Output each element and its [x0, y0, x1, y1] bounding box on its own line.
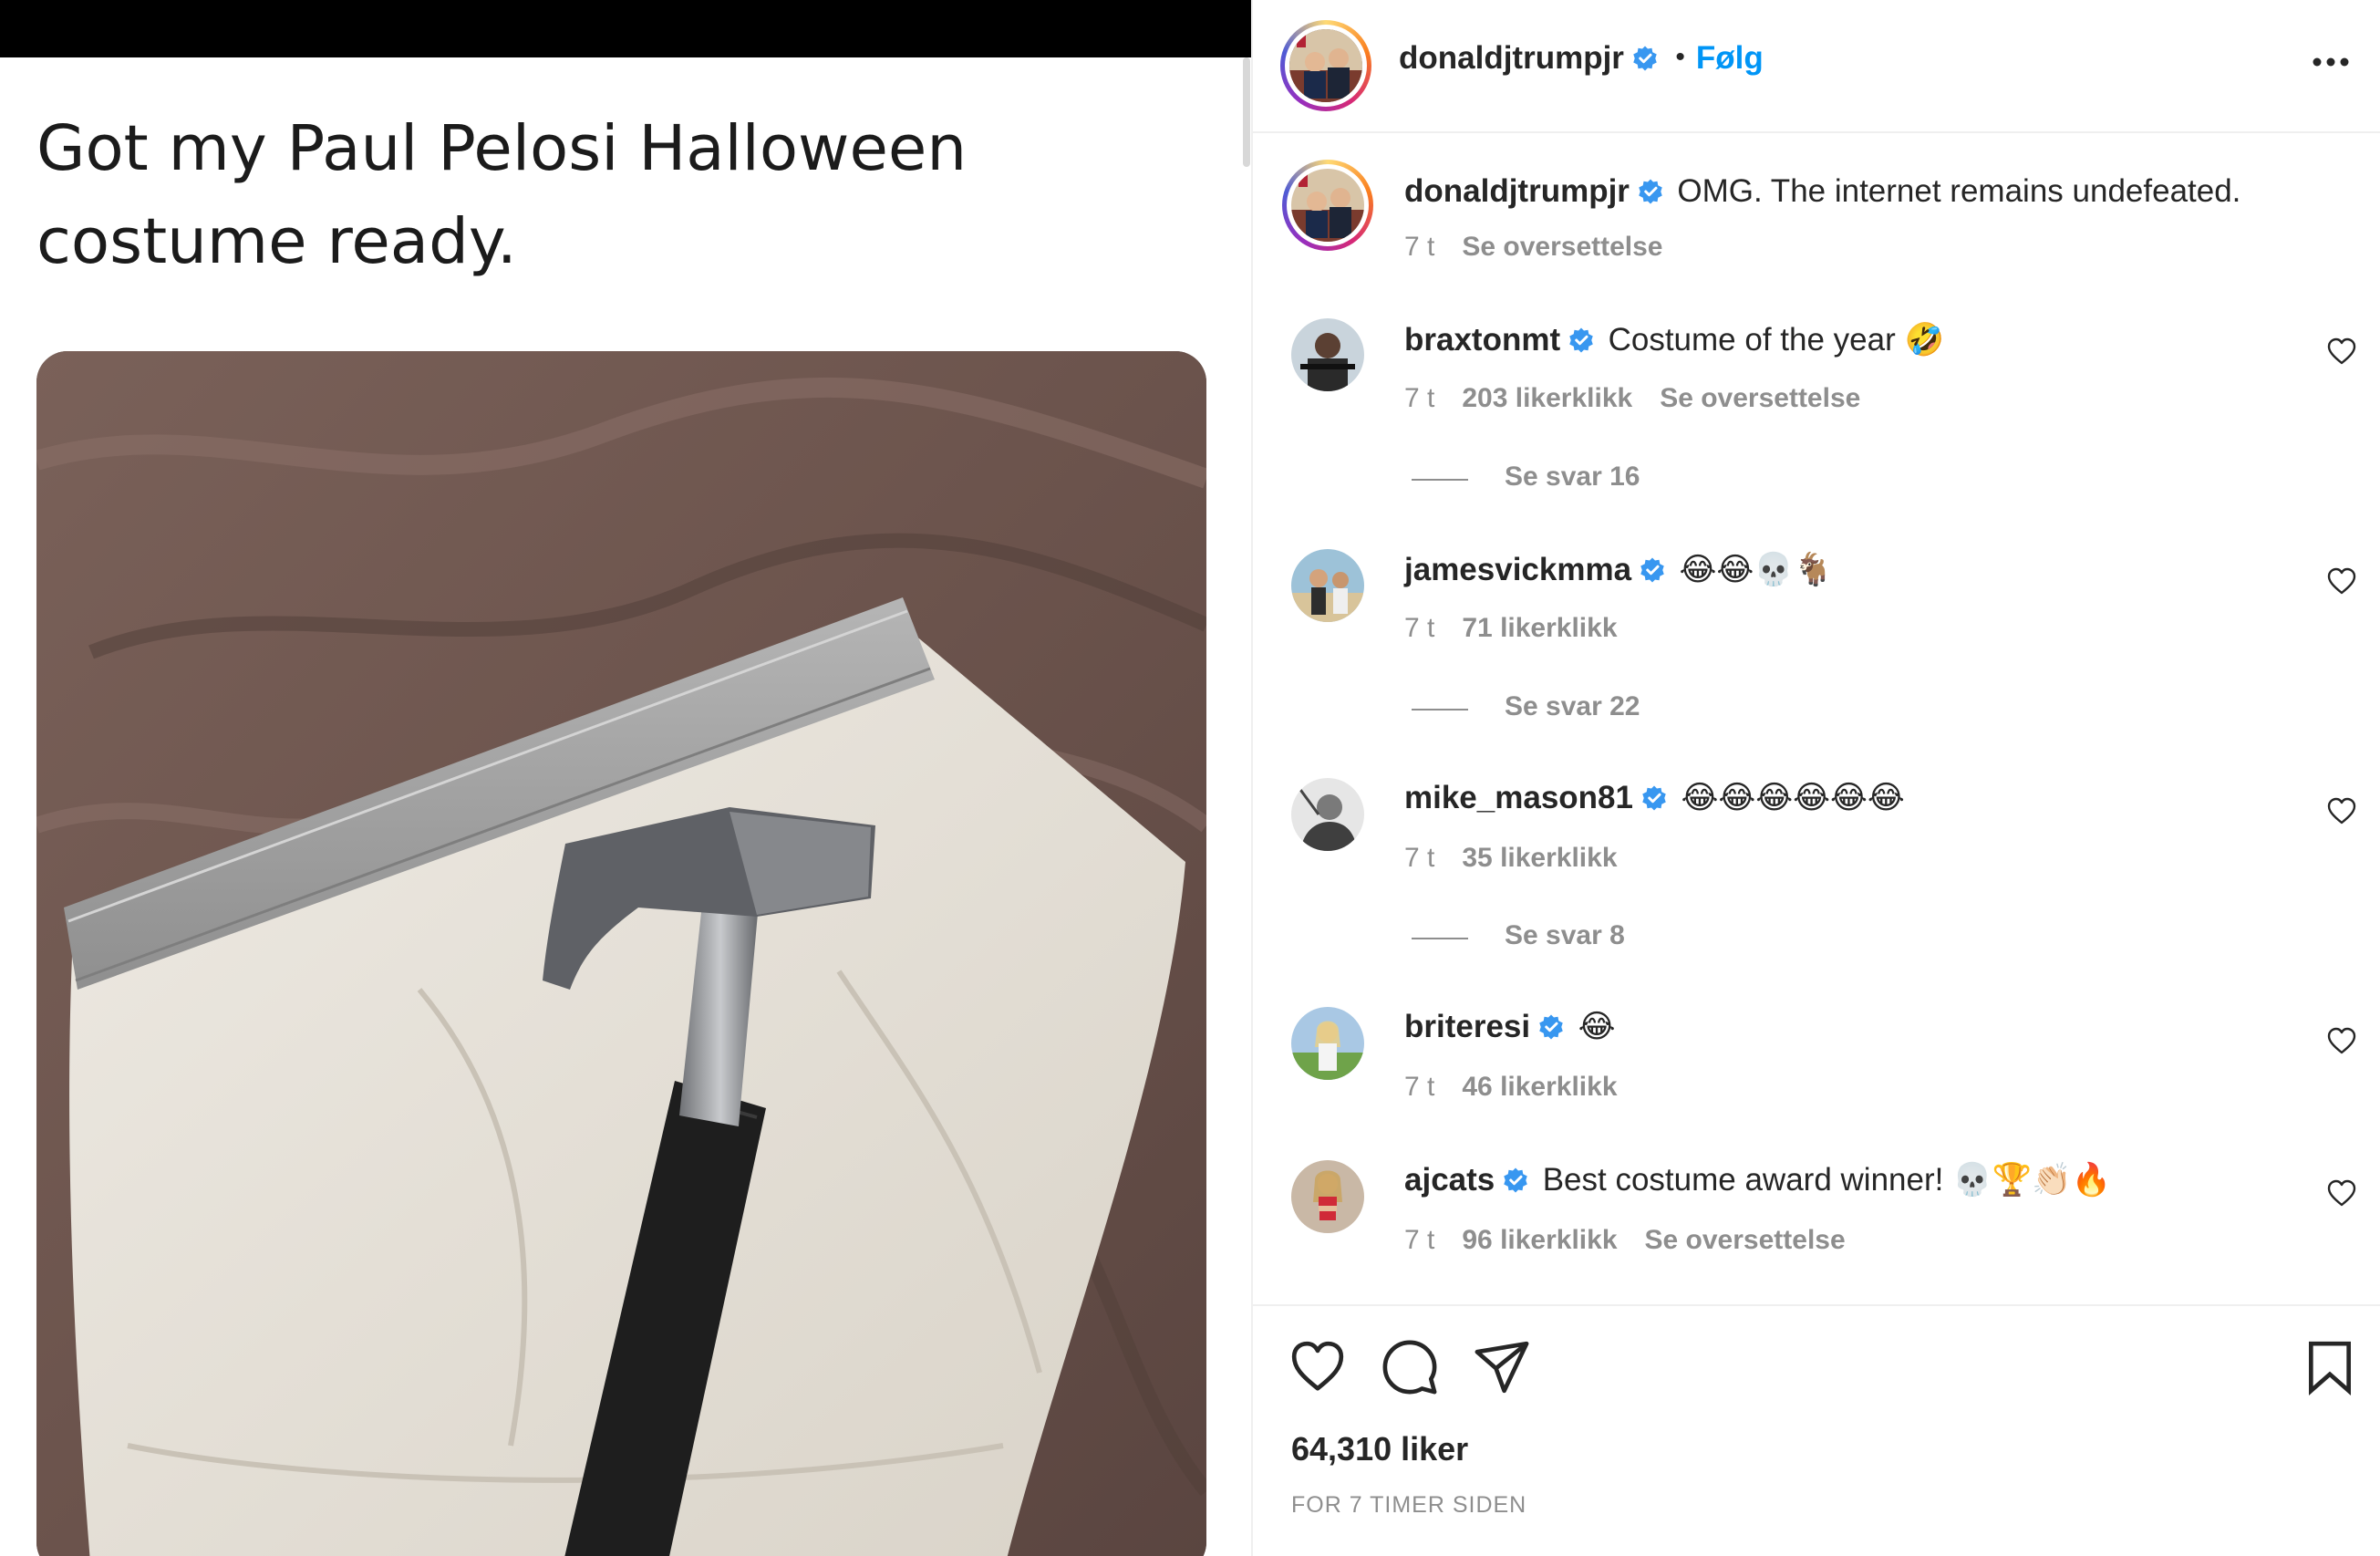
post-header: donaldjtrumpjr • Følg [1253, 0, 2380, 133]
avatar[interactable] [1291, 169, 1364, 242]
comment-username[interactable]: ajcats [1404, 1162, 1495, 1198]
like-heart-icon[interactable] [2327, 567, 2356, 596]
comment-bubble-icon[interactable] [1381, 1339, 1438, 1395]
comment-text: 😂😂💀🐐 [1679, 552, 1834, 587]
like-heart-icon[interactable] [2327, 1027, 2356, 1056]
comments-panel: donaldjtrumpjr • Følg donaldjtrumpjr OMG.… [1253, 0, 2380, 1556]
comment-text: Best costume award winner! 💀🏆👏🏻🔥 [1542, 1162, 2112, 1198]
view-replies-link[interactable]: Se svar 22 [1505, 691, 1640, 722]
comment-line: ajcats Best costume award winner! 💀🏆👏🏻🔥 [1404, 1161, 2111, 1198]
header-user-line: donaldjtrumpjr • Følg [1399, 40, 1764, 77]
reply-line [1412, 938, 1468, 939]
comment-time[interactable]: 7 t [1404, 1225, 1434, 1255]
like-heart-icon[interactable] [2327, 1179, 2356, 1208]
like-heart-icon[interactable] [1289, 1339, 1346, 1395]
media-scrollbar[interactable] [1243, 57, 1250, 167]
comment-line: briteresi 😂 [1404, 1009, 1615, 1045]
view-replies-link[interactable]: Se svar 16 [1505, 462, 1640, 493]
comment-username[interactable]: mike_mason81 [1404, 780, 1633, 815]
view-replies-link[interactable]: Se svar 8 [1505, 920, 1625, 951]
like-heart-icon[interactable] [2327, 337, 2356, 367]
comment-time[interactable]: 7 t [1404, 613, 1434, 643]
comment-username[interactable]: braxtonmt [1404, 322, 1560, 358]
comment-likes[interactable]: 71 likerklikk [1462, 613, 1617, 643]
caption-meta: 7 t Se oversettelse [1404, 232, 1663, 263]
comment-meta: 7 t 96 likerklikk Se oversettelse [1404, 1225, 1846, 1256]
verified-badge-icon [1642, 785, 1666, 811]
like-heart-icon[interactable] [2327, 797, 2356, 826]
comment-meta: 7 t 46 likerklikk [1404, 1072, 1645, 1103]
verified-badge-icon [1640, 557, 1664, 583]
comment-likes[interactable]: 35 likerklikk [1462, 843, 1617, 873]
caption-username[interactable]: donaldjtrumpjr [1404, 173, 1630, 209]
follow-button[interactable]: Følg [1696, 40, 1764, 76]
tweet-text-line-2: costume ready. [36, 205, 517, 278]
comment-line: jamesvickmma 😂😂💀🐐 [1404, 551, 1833, 588]
translate-link[interactable]: Se oversettelse [1660, 383, 1860, 413]
avatar[interactable] [1291, 549, 1364, 622]
media-top-bar [0, 0, 1251, 57]
share-send-icon[interactable] [1474, 1339, 1530, 1395]
comment-line: braxtonmt Costume of the year 🤣 [1404, 321, 1944, 358]
caption-line: donaldjtrumpjr OMG. The internet remains… [1404, 173, 2240, 210]
avatar[interactable] [1291, 318, 1364, 391]
tweet-text: Got my Paul Pelosi Halloween costume rea… [36, 102, 1131, 288]
comment-line: mike_mason81 😂😂😂😂😂😂 [1404, 780, 1905, 816]
translate-link[interactable]: Se oversettelse [1462, 232, 1662, 262]
comment-username[interactable]: briteresi [1404, 1009, 1530, 1044]
caption-text: OMG. The internet remains undefeated. [1677, 173, 2241, 209]
comment-time[interactable]: 7 t [1404, 383, 1434, 413]
header-separator: • [1675, 42, 1685, 72]
comment-text: 😂😂😂😂😂😂 [1681, 780, 1905, 815]
verified-badge-icon [1539, 1014, 1563, 1040]
likes-count[interactable]: 64,310 liker [1291, 1430, 1468, 1468]
underwear-and-hammer-photo [36, 351, 1206, 1556]
verified-badge-icon [1639, 179, 1662, 204]
avatar[interactable] [1291, 1160, 1364, 1233]
comment-time[interactable]: 7 t [1404, 1072, 1434, 1102]
comment-meta: 7 t 35 likerklikk [1404, 843, 1645, 874]
avatar[interactable] [1291, 778, 1364, 851]
verified-badge-icon [1504, 1167, 1527, 1193]
comment-likes[interactable]: 203 likerklikk [1462, 383, 1632, 413]
post-media: Got my Paul Pelosi Halloween costume rea… [0, 0, 1251, 1556]
verified-badge-icon [1569, 327, 1593, 353]
tweet-text-line-1: Got my Paul Pelosi Halloween [36, 112, 968, 185]
post-timestamp[interactable]: FOR 7 TIMER SIDEN [1291, 1492, 1526, 1519]
translate-link[interactable]: Se oversettelse [1645, 1225, 1846, 1255]
avatar[interactable] [1291, 1007, 1364, 1080]
header-username[interactable]: donaldjtrumpjr [1399, 40, 1624, 76]
comment-text: 😂 [1578, 1009, 1616, 1044]
comment-meta: 7 t 71 likerklikk [1404, 613, 1645, 644]
bookmark-save-icon[interactable] [2302, 1339, 2358, 1395]
verified-badge-icon [1633, 46, 1657, 71]
reply-line [1412, 479, 1468, 481]
comment-time[interactable]: 7 t [1404, 843, 1434, 873]
comment-likes[interactable]: 46 likerklikk [1462, 1072, 1617, 1102]
comment-meta: 7 t 203 likerklikk Se oversettelse [1404, 383, 1860, 414]
comment-text: Costume of the year 🤣 [1608, 322, 1945, 358]
comment-username[interactable]: jamesvickmma [1404, 552, 1631, 587]
caption-time[interactable]: 7 t [1404, 232, 1434, 262]
comment-likes[interactable]: 96 likerklikk [1462, 1225, 1617, 1255]
reply-line [1412, 709, 1468, 711]
avatar[interactable] [1289, 29, 1362, 102]
more-options-icon[interactable] [2311, 55, 2351, 69]
